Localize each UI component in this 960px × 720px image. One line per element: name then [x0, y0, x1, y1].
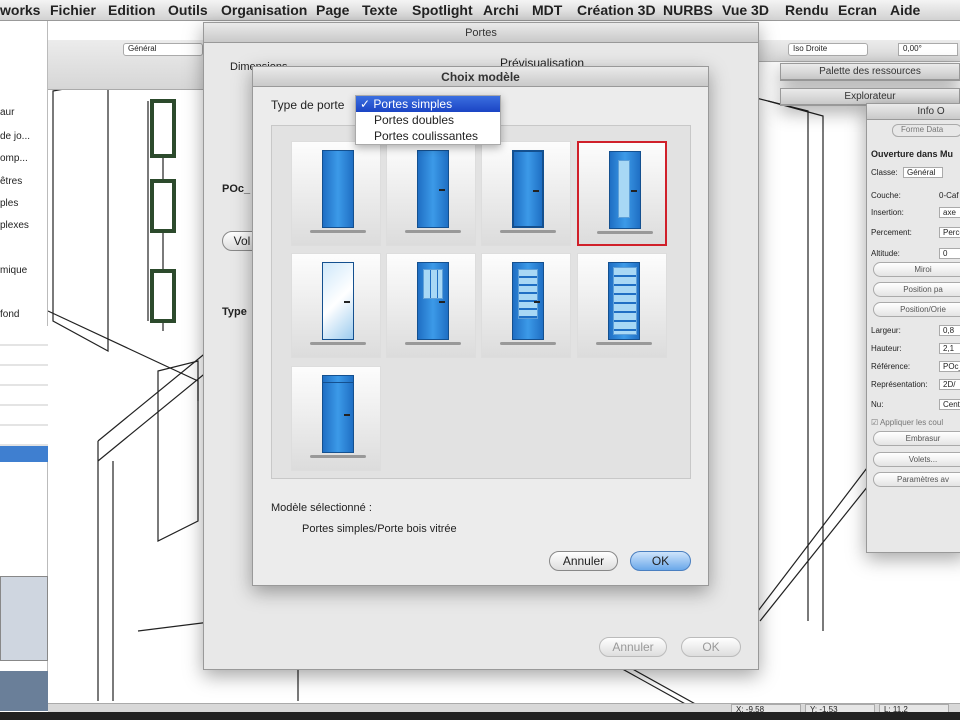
nu-select[interactable]: Cent	[939, 399, 960, 410]
model-tile-3[interactable]	[481, 141, 571, 246]
menu-edition[interactable]: Edition	[108, 2, 155, 18]
nu-label: Nu:	[871, 400, 884, 409]
parametres-button[interactable]: Paramètres av	[873, 472, 960, 487]
menu-creation-3d[interactable]: Création 3D	[577, 2, 656, 18]
menu-archi[interactable]: Archi	[483, 2, 519, 18]
info-objet-panel: Info O Forme Data Ouverture dans Mu Clas…	[866, 103, 960, 553]
menu-vue-3d[interactable]: Vue 3D	[722, 2, 769, 18]
classe-select[interactable]: Général	[903, 167, 943, 178]
selected-model-label: Modèle sélectionné :	[271, 502, 372, 514]
hauteur-label: Hauteur:	[871, 344, 902, 353]
position-orientation-button[interactable]: Position/Orie	[873, 302, 960, 317]
option-portes-doubles[interactable]: Portes doubles	[356, 112, 500, 128]
position-button[interactable]: Position pa	[873, 282, 960, 297]
model-tile-6[interactable]	[386, 253, 476, 358]
altitude-field[interactable]: 0	[939, 248, 960, 259]
portes-ok-button[interactable]: OK	[681, 637, 741, 657]
hauteur-field[interactable]: 2,1	[939, 343, 960, 354]
left-menu-item[interactable]: êtres	[0, 176, 22, 187]
classe-label: Classe:	[871, 168, 898, 177]
model-tile-1[interactable]	[291, 141, 381, 246]
choix-cancel-button[interactable]: Annuler	[549, 551, 618, 571]
type-porte-label: Type de porte	[271, 98, 345, 112]
miroir-button[interactable]: Miroi	[873, 262, 960, 277]
representation-select[interactable]: 2D/	[939, 379, 960, 390]
menu-fichier[interactable]: Fichier	[50, 2, 96, 18]
tab-forme[interactable]: Forme	[901, 125, 924, 134]
object-type: Ouverture dans Mu	[871, 149, 954, 159]
percement-select[interactable]: Perce	[939, 227, 960, 238]
model-tile-8[interactable]	[577, 253, 667, 358]
model-tile-5[interactable]	[291, 253, 381, 358]
apply-colors-label: Appliquer les coul	[879, 418, 944, 427]
model-tile-7[interactable]	[481, 253, 571, 358]
left-menu-item[interactable]: mique	[0, 265, 27, 276]
left-menu-item[interactable]: aur	[0, 107, 14, 118]
menu-outils[interactable]: Outils	[168, 2, 208, 18]
dock-strip	[0, 712, 960, 720]
menu-nurbs[interactable]: NURBS	[663, 2, 713, 18]
menu-organisation[interactable]: Organisation	[221, 2, 307, 18]
largeur-field[interactable]: 0,8	[939, 325, 960, 336]
tab-data[interactable]: Data	[926, 125, 943, 134]
menu-app[interactable]: works	[0, 2, 40, 18]
left-menu-item[interactable]: ples	[0, 198, 18, 209]
view-toolbar-right: Iso Droite 0,00°	[758, 40, 960, 62]
type-porte-dropdown[interactable]: ✓ Portes simples Portes doubles Portes c…	[355, 95, 501, 145]
couche-label: Couche:	[871, 191, 901, 200]
choix-modele-dialog: Choix modèle Type de porte Modèle sélect…	[252, 66, 709, 586]
model-tile-9[interactable]	[291, 366, 381, 471]
apply-colors-checkbox[interactable]: ☑ Appliquer les coul	[871, 418, 943, 427]
menu-bar: works Fichier Edition Outils Organisatio…	[0, 0, 960, 21]
portes-title: Portes	[204, 23, 758, 43]
resources-palette[interactable]: Palette des ressources	[780, 63, 960, 81]
percement-label: Percement:	[871, 228, 912, 237]
option-label: Portes simples	[373, 97, 453, 111]
insertion-label: Insertion:	[871, 208, 904, 217]
portes-cancel-button[interactable]: Annuler	[599, 637, 667, 657]
menu-texte[interactable]: Texte	[362, 2, 398, 18]
left-list-selected[interactable]	[0, 446, 48, 462]
menu-aide[interactable]: Aide	[890, 2, 920, 18]
option-portes-simples[interactable]: ✓ Portes simples	[356, 96, 500, 112]
representation-label: Représentation:	[871, 380, 928, 389]
model-tile-2[interactable]	[386, 141, 476, 246]
model-grid	[271, 125, 691, 479]
type-label: Type	[222, 306, 247, 318]
left-menu-item[interactable]: fond	[0, 309, 19, 320]
insertion-select[interactable]: axe	[939, 207, 960, 218]
model-tile-4-selected[interactable]	[577, 141, 667, 246]
option-portes-coulissantes[interactable]: Portes coulissantes	[356, 128, 500, 144]
embrasure-button[interactable]: Embrasur	[873, 431, 960, 446]
menu-ecran[interactable]: Ecran	[838, 2, 877, 18]
menu-mdt[interactable]: MDT	[532, 2, 562, 18]
menu-page[interactable]: Page	[316, 2, 349, 18]
left-list	[0, 326, 48, 446]
left-menu-item[interactable]: de jo...	[0, 131, 30, 142]
left-menu-panel: aur de jo... omp... êtres ples plexes mi…	[0, 21, 48, 711]
view-select[interactable]: Iso Droite	[788, 43, 868, 56]
resources-title: Palette des ressources	[781, 64, 959, 80]
choix-title: Choix modèle	[253, 67, 708, 87]
largeur-label: Largeur:	[871, 326, 901, 335]
volets-panel-button[interactable]: Volets...	[873, 452, 960, 467]
altitude-label: Altitude:	[871, 249, 900, 258]
class-select[interactable]: Général	[123, 43, 203, 56]
info-tabs[interactable]: Forme Data	[892, 124, 960, 137]
menu-spotlight[interactable]: Spotlight	[412, 2, 473, 18]
selected-model-value: Portes simples/Porte bois vitrée	[302, 523, 457, 535]
angle-field[interactable]: 0,00°	[898, 43, 958, 56]
view-toolbar: Général	[48, 40, 203, 90]
reference-label: Référence:	[871, 362, 911, 371]
info-title: Info O	[867, 104, 960, 120]
reference-field[interactable]: POc_	[939, 361, 960, 372]
tool-palette[interactable]	[0, 576, 48, 661]
left-bottom-panel	[0, 671, 48, 711]
menu-rendu[interactable]: Rendu	[785, 2, 829, 18]
choix-ok-button[interactable]: OK	[630, 551, 691, 571]
left-menu-item[interactable]: plexes	[0, 220, 29, 231]
couche-value: 0-Caf	[939, 191, 959, 200]
poc-label: POc_	[222, 183, 251, 195]
left-menu-item[interactable]: omp...	[0, 153, 28, 164]
